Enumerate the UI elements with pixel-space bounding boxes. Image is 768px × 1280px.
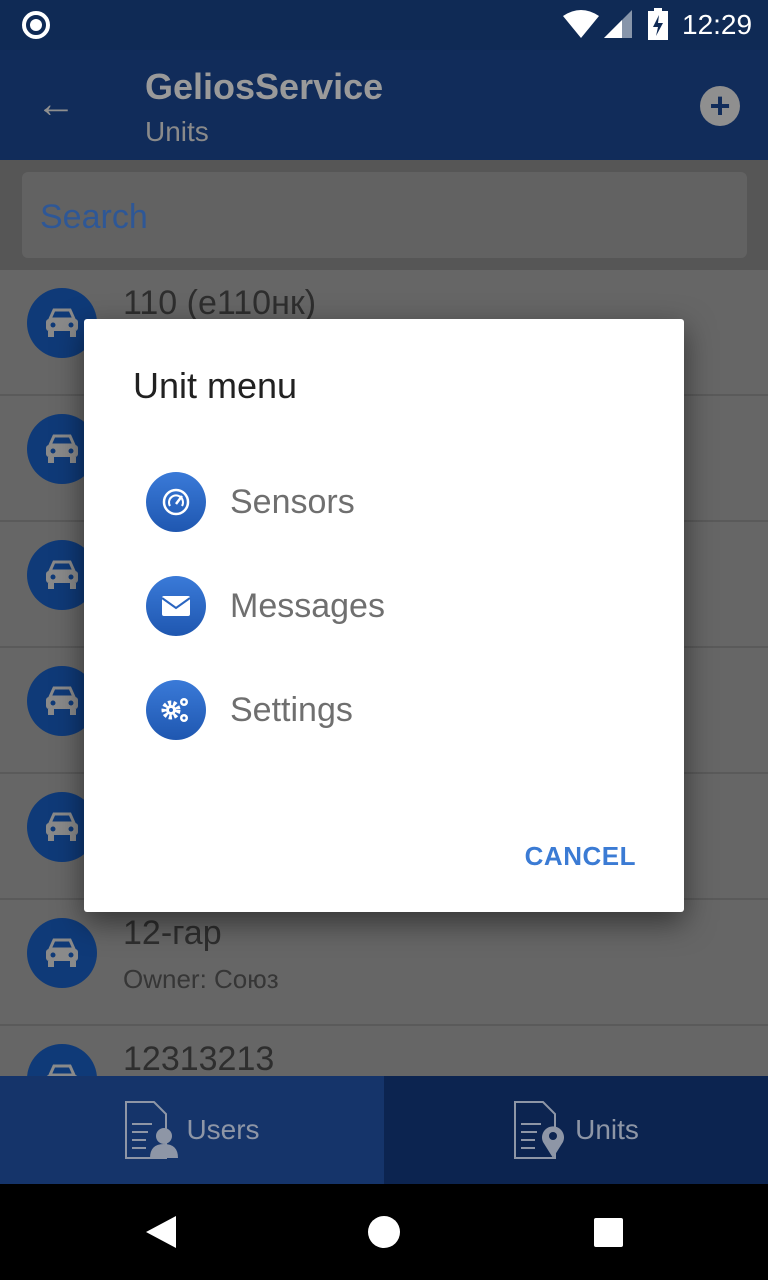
- signal-icon: [604, 10, 632, 38]
- gears-icon: [146, 680, 206, 740]
- location-document-icon: [514, 1101, 565, 1159]
- notification-icon: [22, 11, 50, 39]
- car-icon: [27, 918, 97, 988]
- menu-item-messages[interactable]: Messages: [146, 571, 626, 641]
- unit-list-item[interactable]: 12-гар Owner: Союз: [0, 900, 768, 1026]
- app-bar: ← GeliosService Units +: [0, 50, 768, 160]
- tab-users[interactable]: Users: [0, 1076, 384, 1184]
- tab-users-label: Users: [186, 1114, 260, 1145]
- menu-item-label: Settings: [230, 690, 353, 729]
- unit-owner: Owner: Союз: [123, 964, 279, 994]
- user-document-icon: [125, 1101, 179, 1159]
- bottom-navigation: Users Units: [0, 1076, 768, 1184]
- unit-menu-dialog: Unit menu Sensors Messages Settings CANC…: [84, 319, 684, 912]
- add-unit-button[interactable]: +: [700, 86, 740, 126]
- unit-name: 12-гар: [123, 914, 222, 952]
- clock: 12:29: [682, 9, 753, 40]
- gauge-icon: [146, 472, 206, 532]
- menu-item-label: Sensors: [230, 482, 355, 521]
- dialog-title: Unit menu: [133, 365, 298, 406]
- search-input[interactable]: Search: [22, 172, 747, 258]
- unit-name: 12313213: [123, 1040, 275, 1078]
- battery-icon: [648, 8, 668, 40]
- cancel-button[interactable]: CANCEL: [525, 841, 636, 872]
- status-bar: 12:29: [0, 0, 768, 50]
- page-subtitle: Units: [145, 116, 209, 147]
- tab-units-label: Units: [575, 1114, 639, 1145]
- wifi-icon: [563, 10, 599, 38]
- recents-icon[interactable]: [594, 1218, 623, 1247]
- home-icon[interactable]: [368, 1216, 400, 1248]
- envelope-icon: [146, 576, 206, 636]
- search-bar: Search: [0, 160, 768, 270]
- unit-name: 110 (е110нк): [123, 284, 317, 322]
- system-navigation-bar: [0, 1184, 768, 1280]
- back-icon[interactable]: [146, 1216, 176, 1248]
- menu-item-label: Messages: [230, 586, 385, 625]
- menu-item-settings[interactable]: Settings: [146, 675, 626, 745]
- menu-item-sensors[interactable]: Sensors: [146, 467, 626, 537]
- back-arrow-icon[interactable]: ←: [36, 84, 76, 124]
- tab-units[interactable]: Units: [384, 1076, 768, 1184]
- app-title: GeliosService: [145, 66, 384, 107]
